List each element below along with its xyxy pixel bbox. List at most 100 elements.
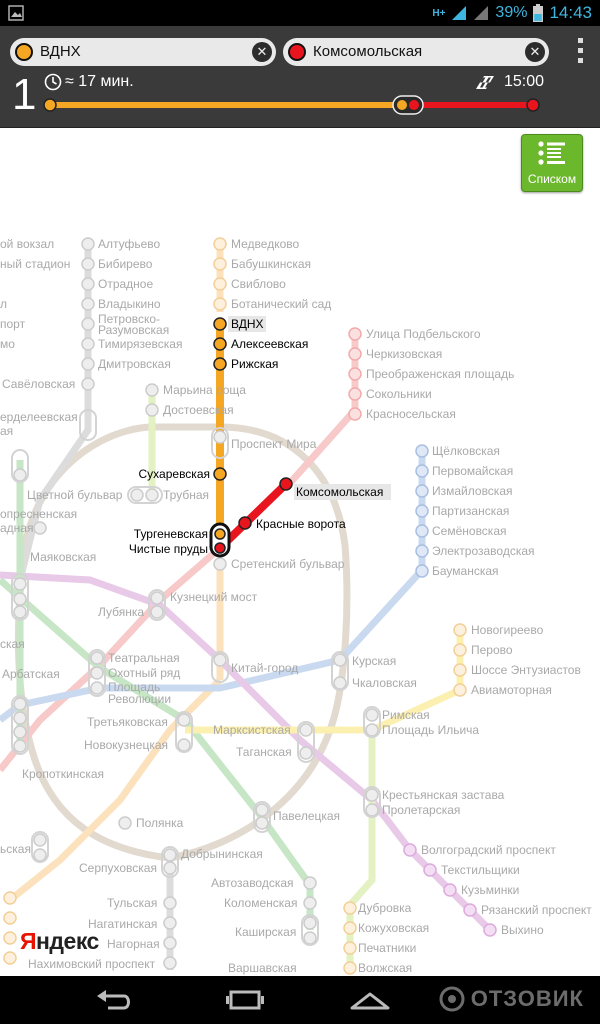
station-label[interactable]: Медведково xyxy=(231,237,299,251)
station-label[interactable]: Семёновская xyxy=(432,524,507,538)
station-label[interactable]: опресненская xyxy=(0,507,77,521)
station-label[interactable]: ская xyxy=(0,637,25,651)
station-alekseevskaya-label[interactable]: Алексеевская xyxy=(231,337,308,351)
station-label[interactable]: Новокузнецкая xyxy=(84,738,168,752)
station-label[interactable]: Трубная xyxy=(163,488,209,502)
station-label[interactable]: Авиамоторная xyxy=(471,683,552,697)
back-icon[interactable] xyxy=(92,986,136,1014)
station-label[interactable]: Площадь Ильича xyxy=(382,723,479,737)
station-label[interactable]: Волгоградский проспект xyxy=(421,843,556,857)
station-label[interactable]: Преображенская площадь xyxy=(366,367,514,381)
station-label[interactable]: Сретенский бульвар xyxy=(231,557,345,571)
station-label[interactable]: Отрадное xyxy=(98,277,153,291)
station-sukharevskaya-dot xyxy=(213,467,227,481)
station-label[interactable]: Сокольники xyxy=(366,387,432,401)
station-label[interactable]: Бабушкинская xyxy=(231,257,311,271)
station-label[interactable]: Бибирево xyxy=(98,257,153,271)
home-icon[interactable] xyxy=(348,986,392,1014)
station-label[interactable]: мо xyxy=(0,337,15,351)
station-label[interactable]: ой вокзал xyxy=(0,237,54,251)
station-label[interactable]: л xyxy=(0,297,7,311)
station-label[interactable]: Коломенская xyxy=(224,896,297,910)
station-label[interactable]: Таганская xyxy=(236,745,292,759)
station-vdnkh-label[interactable]: ВДНХ xyxy=(231,317,264,331)
station-label[interactable]: Цветной бульвар xyxy=(27,488,123,502)
station-label[interactable]: Проспект Мира xyxy=(231,437,317,451)
station-chistye-prudy-label[interactable]: Чистые пруды xyxy=(129,542,208,556)
station-label[interactable]: Рязанский проспект xyxy=(481,903,592,917)
station-label[interactable]: Варшавская xyxy=(228,961,297,975)
station-label[interactable]: Волжская xyxy=(358,961,412,975)
station-turgenevskaya-label[interactable]: Тургеневская xyxy=(134,527,208,541)
station-rizhskaya-label[interactable]: Рижская xyxy=(231,357,278,371)
station-label[interactable]: Кузьминки xyxy=(461,883,519,897)
station-label[interactable]: Тульская xyxy=(107,896,157,910)
station-label[interactable]: Серпуховская xyxy=(79,861,157,875)
station-chistye-prudy-dot xyxy=(214,542,226,554)
station-label[interactable]: Савёловская xyxy=(2,377,75,391)
station-label[interactable]: Тимирязевская xyxy=(98,337,182,351)
station-label[interactable]: Кропоткинская xyxy=(22,767,104,781)
station-label[interactable]: Первомайская xyxy=(432,464,513,478)
station-label[interactable]: Щёлковская xyxy=(432,444,500,458)
station-label[interactable]: ный стадион xyxy=(0,257,70,271)
station-label[interactable]: Добрынинская xyxy=(181,847,263,861)
station-label[interactable]: Курская xyxy=(352,654,396,668)
station-label[interactable]: Лубянка xyxy=(98,605,144,619)
station-label[interactable]: Новогиреево xyxy=(471,623,544,637)
station-label[interactable]: Маяковская xyxy=(30,550,96,564)
station-label[interactable]: Перово xyxy=(471,643,513,657)
station-label[interactable]: Свиблово xyxy=(231,277,286,291)
station-label[interactable]: Черкизовская xyxy=(366,347,442,361)
station-label[interactable]: Павелецкая xyxy=(273,809,340,823)
station-label[interactable]: Крестьянская застава xyxy=(382,788,505,802)
station-label[interactable]: Революции xyxy=(108,692,171,706)
route-progress-bar xyxy=(43,95,540,115)
station-label[interactable]: Дубровка xyxy=(358,901,412,915)
station-label[interactable]: Автозаводская xyxy=(211,876,294,890)
station-label[interactable]: ерделеевская xyxy=(0,410,78,424)
station-label[interactable]: Печатники xyxy=(358,941,416,955)
station-label[interactable]: Третьяковская xyxy=(87,715,168,729)
station-label[interactable]: Ботанический сад xyxy=(231,297,331,311)
station-label[interactable]: Улица Подбельского xyxy=(366,327,481,341)
station-label[interactable]: Бауманская xyxy=(432,564,499,578)
station-label[interactable]: Дмитровская xyxy=(98,357,171,371)
station-sukharevskaya-label[interactable]: Сухаревская xyxy=(139,467,210,481)
station-label[interactable]: Выхино xyxy=(501,923,544,937)
show-list-button[interactable]: Списком xyxy=(521,134,583,192)
station-label[interactable]: Партизанская xyxy=(432,504,509,518)
station-label[interactable]: Марьина роща xyxy=(163,383,246,397)
recent-apps-icon[interactable] xyxy=(223,986,267,1014)
station-label[interactable]: Шоссе Энтузиастов xyxy=(471,663,581,677)
station-label[interactable]: ьская xyxy=(0,842,31,856)
station-label[interactable]: Арбатская xyxy=(2,667,60,681)
station-label[interactable]: Кузнецкий мост xyxy=(170,590,258,604)
station-komsomolskaya-label[interactable]: Комсомольская xyxy=(296,485,383,499)
station-label[interactable]: Владыкино xyxy=(98,297,161,311)
station-label[interactable]: Каширская xyxy=(235,925,296,939)
station-label[interactable]: Чкаловская xyxy=(352,676,417,690)
station-label[interactable]: Измайловская xyxy=(432,484,513,498)
metro-map[interactable]: ой вокзал ный стадион л порт мо Савёловс… xyxy=(0,127,600,976)
station-label[interactable]: Разумовская xyxy=(98,323,169,337)
station-label[interactable]: адная xyxy=(0,521,33,535)
station-label[interactable]: Текстильщики xyxy=(441,863,520,877)
station-label[interactable]: Алтуфьево xyxy=(98,237,161,251)
station-label[interactable]: Марксистская xyxy=(213,723,291,737)
station-label[interactable]: Электрозаводская xyxy=(432,544,535,558)
station-label[interactable]: Римская xyxy=(382,708,430,722)
station-label[interactable]: Достоевская xyxy=(163,403,234,417)
station-label[interactable]: Нагорная xyxy=(107,937,160,951)
station-label[interactable]: Красносельская xyxy=(366,407,456,421)
station-label[interactable]: Китай-город xyxy=(231,661,298,675)
station-label[interactable]: Охотный ряд xyxy=(108,666,180,680)
station-label[interactable]: ая xyxy=(0,424,13,438)
station-krasnye-vorota-label[interactable]: Красные ворота xyxy=(256,517,346,531)
station-label[interactable]: порт xyxy=(0,317,26,331)
station-label[interactable]: Пролетарская xyxy=(382,803,460,817)
station-label[interactable]: Нахимовский проспект xyxy=(28,957,156,971)
station-label[interactable]: Полянка xyxy=(136,816,184,830)
station-label[interactable]: Театральная xyxy=(108,651,180,665)
station-label[interactable]: Кожуховская xyxy=(358,921,429,935)
